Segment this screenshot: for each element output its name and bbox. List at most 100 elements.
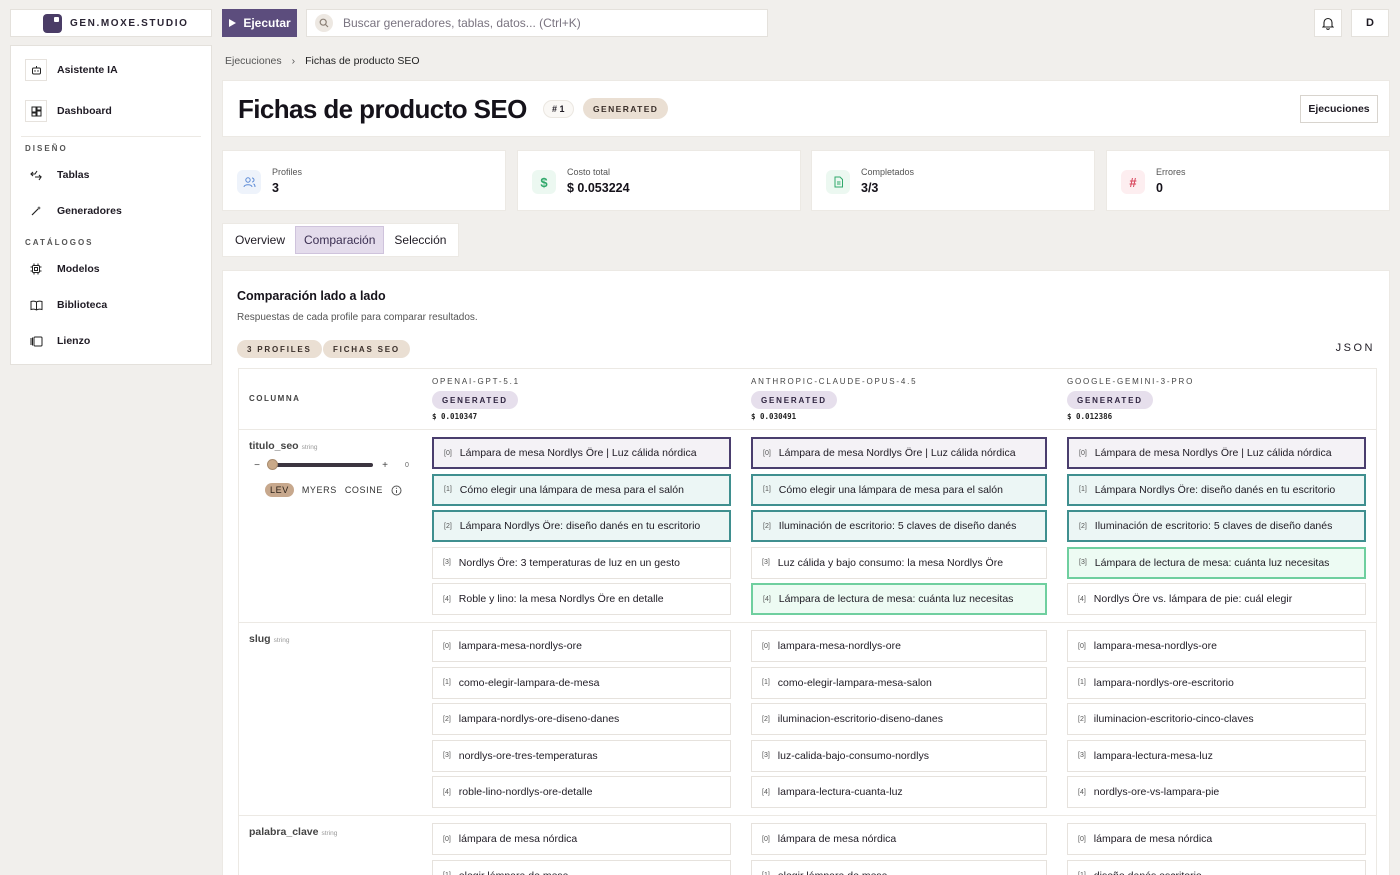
comparison-cell[interactable]: [0] lámpara de mesa nórdica — [432, 823, 731, 855]
sidebar-item-dashboard[interactable]: Dashboard — [25, 99, 112, 123]
doc-icon — [826, 170, 850, 194]
search-bar[interactable] — [306, 9, 768, 37]
increment-button[interactable]: + — [379, 459, 391, 471]
comparison-cell[interactable]: [1]elegir lámpara de mesa — [751, 859, 1047, 875]
ejecuciones-button[interactable]: Ejecuciones — [1300, 95, 1378, 123]
comparison-cell[interactable]: [1] Cómo elegir una lámpara de mesa para … — [432, 473, 731, 506]
notifications-button[interactable] — [1314, 9, 1342, 37]
model-header: GOOGLE-GEMINI-3-PRO GENERATED $ 0.012386 — [1067, 377, 1194, 421]
stat-label: Profiles — [272, 167, 303, 177]
comparison-cell[interactable]: [3] Lámpara de lectura de mesa: cuánta lu… — [1067, 546, 1366, 579]
tab-seleccion[interactable]: Selección — [386, 226, 454, 254]
json-button[interactable]: JSON — [1336, 342, 1375, 354]
cell-index: [0] — [762, 642, 770, 650]
stat-label: Errores — [1156, 167, 1186, 177]
info-icon[interactable] — [391, 485, 402, 496]
comparison-cell[interactable]: [0] lampara-mesa-nordlys-ore — [432, 630, 731, 662]
field-type: string — [301, 444, 318, 451]
comparison-cell[interactable]: [2] iluminacion-escritorio-cinco-claves — [1067, 703, 1366, 735]
model-cost: $ 0.030491 — [751, 412, 797, 421]
comparison-cell[interactable]: [1]elegir lámpara de mesa — [432, 859, 731, 875]
comparison-cell[interactable]: [0] Lámpara de mesa Nordlys Öre | Luz cál… — [432, 437, 731, 469]
comparison-cell[interactable]: [0] lámpara de mesa nórdica — [1067, 823, 1366, 855]
comparison-cell[interactable]: [1] como-elegir-lampara-de-mesa — [432, 666, 731, 699]
sidebar-item-asistente-ia[interactable]: Asistente IA — [25, 58, 118, 82]
comparison-cell[interactable]: [2] iluminacion-escritorio-diseno-danes — [751, 703, 1047, 735]
model-status-badge: GENERATED — [751, 391, 837, 409]
cell-value: lámpara de mesa nórdica — [777, 833, 897, 845]
algo-lev[interactable]: LEV — [265, 483, 294, 497]
comparison-cell[interactable]: [0] Lámpara de mesa Nordlys Öre | Luz cál… — [751, 437, 1047, 469]
cell-value: Lámpara de mesa Nordlys Öre | Luz cálida… — [778, 447, 1016, 459]
comparison-cell[interactable]: [3] lampara-lectura-mesa-luz — [1067, 739, 1366, 772]
cell-index: [2] — [443, 715, 451, 723]
comparison-cell[interactable]: [3] luz-calida-bajo-consumo-nordlys — [751, 739, 1047, 772]
model-name: GOOGLE-GEMINI-3-PRO — [1067, 377, 1195, 386]
stat-card-cost: $ Costo total $ 0.053224 — [517, 150, 801, 211]
comparison-cell[interactable]: [1] lampara-nordlys-ore-escritorio — [1067, 666, 1366, 699]
sidebar-item-generadores[interactable]: Generadores — [25, 199, 122, 223]
sidebar-heading-design: DISEÑO — [25, 144, 68, 153]
book-icon — [25, 294, 47, 316]
cell-value: lampara-lectura-cuanta-luz — [777, 786, 903, 798]
algo-myers[interactable]: MYERS — [302, 485, 337, 495]
sidebar-item-lienzo[interactable]: Lienzo — [25, 329, 90, 353]
sidebar-item-tablas[interactable]: Tablas — [25, 163, 89, 187]
avatar[interactable]: D — [1351, 9, 1389, 37]
comparison-cell[interactable]: [1] Cómo elegir una lámpara de mesa para … — [751, 473, 1047, 506]
cell-value: elegir lámpara de mesa — [778, 870, 888, 875]
brand[interactable]: GEN.MOXE.STUDIO — [10, 9, 212, 37]
comparison-cell[interactable]: [2] Iluminación de escritorio: 5 claves d… — [1067, 510, 1366, 542]
comparison-cell[interactable]: [0] lámpara de mesa nórdica — [751, 823, 1047, 855]
cell-index: [4] — [1078, 788, 1086, 796]
comparison-cell[interactable]: [4] Nordlys Öre vs. lámpara de pie: cuál … — [1067, 583, 1366, 615]
cell-index: [0] — [1078, 642, 1086, 650]
run-button[interactable]: Ejecutar — [222, 9, 297, 37]
comparison-cell[interactable]: [1] como-elegir-lampara-mesa-salon — [751, 666, 1047, 699]
comparison-cell[interactable]: [4] lampara-lectura-cuanta-luz — [751, 776, 1047, 808]
algo-cosine[interactable]: COSINE — [345, 485, 383, 495]
comparison-cell[interactable]: [3] Luz cálida y bajo consumo: la mesa No… — [751, 546, 1047, 579]
cell-index: [2] — [762, 715, 770, 723]
comparison-cell[interactable]: [0] lampara-mesa-nordlys-ore — [751, 630, 1047, 662]
breadcrumb-current: Fichas de producto SEO — [305, 55, 420, 67]
profiles-chip: 3 PROFILES — [237, 340, 322, 358]
similarity-slider[interactable]: − + 0 — [251, 458, 421, 472]
sidebar-item-label: Asistente IA — [57, 64, 118, 76]
sidebar-item-biblioteca[interactable]: Biblioteca — [25, 293, 107, 317]
comparison-cell[interactable]: [4] Roble y lino: la mesa Nordlys Öre en … — [432, 583, 731, 615]
tab-overview[interactable]: Overview — [227, 226, 293, 254]
sidebar-item-modelos[interactable]: Modelos — [25, 257, 100, 281]
model-name: ANTHROPIC-CLAUDE-OPUS-4.5 — [751, 377, 918, 386]
model-status-badge: GENERATED — [432, 391, 518, 409]
comparison-cell[interactable]: [4] nordlys-ore-vs-lampara-pie — [1067, 776, 1366, 808]
comparison-cell[interactable]: [2] lampara-nordlys-ore-diseno-danes — [432, 703, 731, 735]
slider-track[interactable] — [267, 459, 373, 470]
comparison-cell[interactable]: [1] Lámpara Nordlys Öre: diseño danés en … — [1067, 473, 1366, 506]
model-header: OPENAI-GPT-5.1 GENERATED $ 0.010347 — [432, 377, 520, 421]
comparison-cell[interactable]: [2] Iluminación de escritorio: 5 claves d… — [751, 510, 1047, 542]
comparison-cell[interactable]: [0] lampara-mesa-nordlys-ore — [1067, 630, 1366, 662]
comparison-cell[interactable]: [0] Lámpara de mesa Nordlys Öre | Luz cál… — [1067, 437, 1366, 469]
cell-index: [1] — [1078, 679, 1086, 686]
comparison-cell[interactable]: [2] Lámpara Nordlys Öre: diseño danés en … — [432, 510, 731, 542]
search-input[interactable] — [343, 16, 767, 30]
cell-value: Iluminación de escritorio: 5 claves de d… — [778, 520, 1017, 532]
tab-comparacion[interactable]: Comparación — [295, 226, 385, 254]
breadcrumb-parent[interactable]: Ejecuciones — [225, 55, 282, 67]
cell-index: [4] — [1078, 595, 1086, 603]
cell-value: roble-lino-nordlys-ore-detalle — [458, 786, 593, 798]
comparison-cell[interactable]: [1]diseño danés escritorio — [1067, 859, 1366, 875]
slider-handle[interactable] — [267, 459, 278, 470]
comparison-cell[interactable]: [3] nordlys-ore-tres-temperaturas — [432, 739, 731, 772]
wand-icon — [25, 200, 47, 222]
comparison-cell[interactable]: [4] roble-lino-nordlys-ore-detalle — [432, 776, 731, 808]
decrement-button[interactable]: − — [251, 459, 263, 471]
cell-index: [3] — [1078, 752, 1086, 759]
model-cost: $ 0.012386 — [1067, 412, 1113, 421]
cell-index: [1] — [763, 486, 771, 493]
comparison-cell[interactable]: [4] Lámpara de lectura de mesa: cuánta lu… — [751, 583, 1047, 615]
cell-index: [4] — [763, 595, 771, 603]
comparison-cell[interactable]: [3] Nordlys Öre: 3 temperaturas de luz en… — [432, 546, 731, 579]
status-badge: GENERATED — [583, 98, 669, 119]
